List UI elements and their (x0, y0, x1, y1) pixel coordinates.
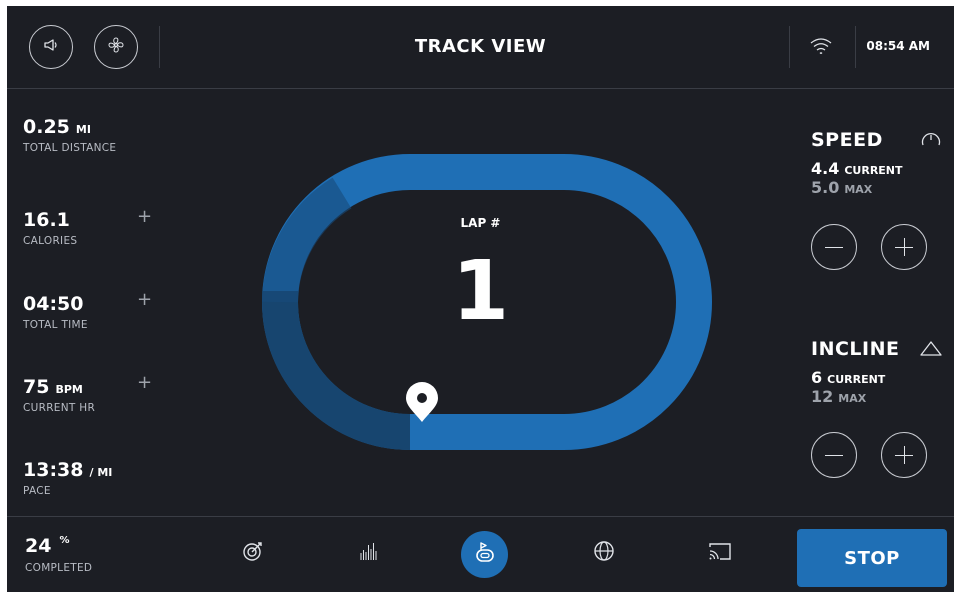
nav-target[interactable] (238, 538, 268, 568)
incline-current: 6 (811, 368, 823, 387)
progress-indicator: 24 % COMPLETED (25, 535, 92, 574)
stat-pace: 13:38 / MI PACE (23, 459, 112, 497)
incline-max: 12 (811, 387, 834, 406)
stat-unit: MI (75, 123, 91, 136)
add-hr-icon[interactable]: + (137, 374, 152, 392)
globe-icon (593, 540, 615, 566)
stat-value: 75 (23, 376, 50, 398)
stop-button[interactable]: STOP (797, 529, 947, 587)
bar-chart-icon (358, 540, 380, 566)
nav-global-routes[interactable] (589, 538, 619, 568)
top-bar: TRACK VIEW 08:54 AM (7, 6, 954, 89)
incline-increase-button[interactable] (881, 432, 927, 478)
progress-label: COMPLETED (25, 562, 93, 574)
incline-current-label: CURRENT (827, 373, 886, 386)
progress-value: 24 (25, 535, 52, 557)
stat-value: 0.25 (23, 116, 70, 138)
stat-value: 13:38 (23, 459, 84, 481)
speed-decrease-button[interactable] (811, 224, 857, 270)
stat-label: CALORIES (23, 235, 78, 247)
incline-icon (919, 339, 943, 361)
incline-max-label: MAX (838, 392, 867, 405)
incline-decrease-button[interactable] (811, 432, 857, 478)
cast-icon (707, 540, 733, 566)
stat-current-hr: 75 BPM CURRENT HR (23, 376, 95, 414)
stat-label: PACE (23, 485, 51, 497)
stat-total-distance: 0.25 MI TOTAL DISTANCE (23, 116, 116, 154)
incline-panel: INCLINE 6 CURRENT 12 MAX (811, 338, 899, 406)
clock: 08:54 AM (866, 39, 930, 53)
target-icon (242, 540, 264, 566)
nav-workout-profile[interactable] (354, 538, 384, 568)
speed-increase-button[interactable] (881, 224, 927, 270)
speed-current-label: CURRENT (844, 164, 903, 177)
track-icon (472, 540, 498, 570)
speed-max: 5.0 (811, 178, 840, 197)
stat-label: CURRENT HR (23, 402, 96, 414)
bottom-bar: 24 % COMPLETED STOP (7, 516, 954, 592)
stat-label: TOTAL DISTANCE (23, 142, 117, 154)
incline-title: INCLINE (811, 338, 900, 360)
lap-label: LAP # (460, 216, 501, 230)
speed-panel: SPEED 4.4 CURRENT 5.0 MAX (811, 129, 903, 197)
speedometer-icon (920, 129, 942, 153)
stat-unit: / MI (89, 466, 113, 479)
wifi-icon (809, 36, 833, 60)
stat-unit: BPM (55, 383, 83, 396)
header-divider (855, 26, 856, 68)
treadmill-screen: TRACK VIEW 08:54 AM 0.25 MI TOTAL DISTANC… (7, 6, 954, 592)
header-divider (789, 26, 790, 68)
progress-unit: % (59, 535, 70, 546)
speed-title: SPEED (811, 129, 883, 151)
nav-track-view[interactable] (461, 531, 508, 578)
speed-max-label: MAX (844, 183, 873, 196)
speed-current: 4.4 (811, 159, 840, 178)
lap-number: 1 (451, 244, 510, 339)
nav-cast[interactable] (705, 538, 735, 568)
